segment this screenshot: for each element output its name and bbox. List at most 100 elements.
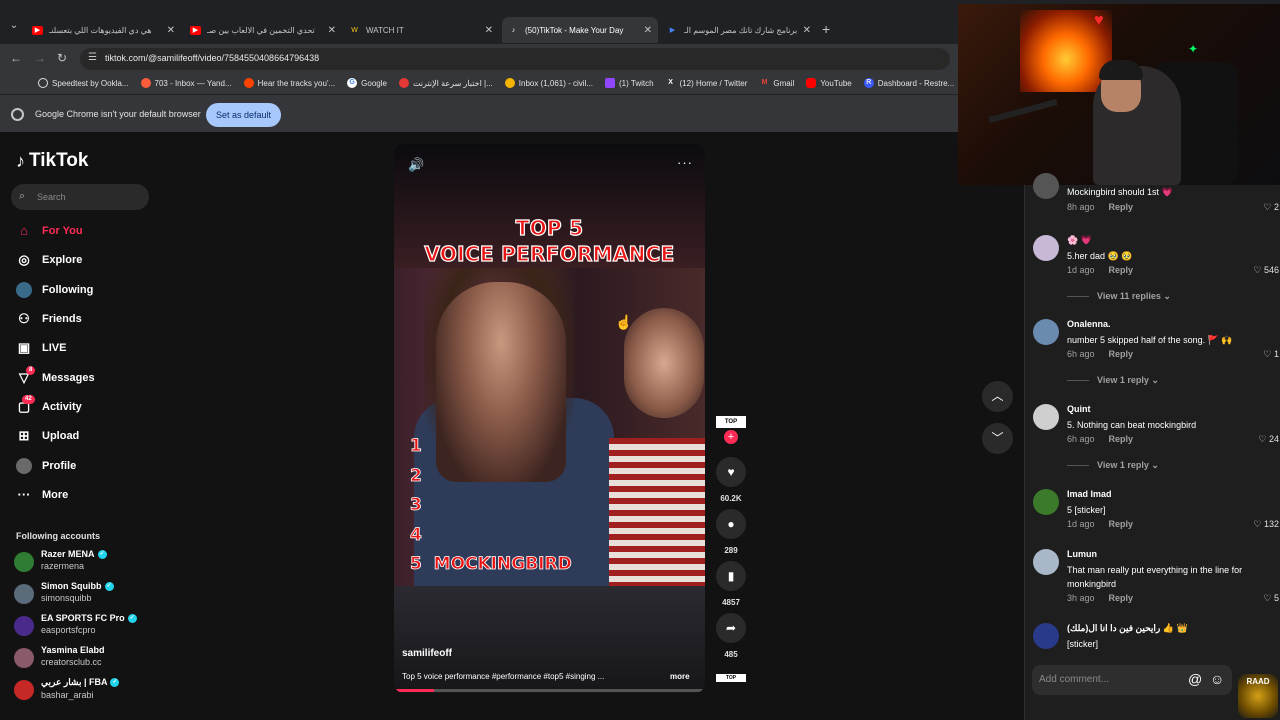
- like-button[interactable]: ♥ 60.2K: [715, 457, 747, 503]
- reply-button[interactable]: Reply: [1109, 593, 1134, 603]
- reply-button[interactable]: Reply: [1109, 202, 1134, 212]
- add-comment-input[interactable]: Add comment... @ ☺: [1032, 665, 1232, 695]
- bookmark-soundcloud[interactable]: Hear the tracks you'...: [243, 78, 335, 88]
- avatar[interactable]: [1033, 173, 1059, 199]
- following-account[interactable]: Simon Squibb ✓ simonsquibb: [14, 581, 114, 604]
- restream-icon: R: [863, 78, 874, 88]
- tab-watchit[interactable]: W WATCH IT ✕: [343, 17, 499, 43]
- search-input[interactable]: ⌕ Search: [11, 184, 149, 210]
- tab-youtube-1[interactable]: ▶ هي دي الفيديوهات اللي بتعسلنـ ✕: [26, 17, 181, 43]
- avatar[interactable]: [1033, 549, 1059, 575]
- following-account[interactable]: EA SPORTS FC Pro ✓ easportsfcpro: [14, 613, 137, 636]
- nav-upload[interactable]: ⊞ Upload: [16, 428, 80, 444]
- comment-button[interactable]: ● 289: [715, 509, 747, 555]
- comment-like[interactable]: ♡ 24: [1258, 434, 1279, 445]
- new-tab-icon[interactable]: +: [822, 21, 830, 37]
- avatar[interactable]: [1033, 319, 1059, 345]
- description-more-link[interactable]: more: [670, 672, 690, 681]
- bookmark-speedtest[interactable]: Speedtest by Ookla...: [38, 78, 129, 88]
- friends-icon: ⚇: [18, 311, 30, 326]
- headphones: [1099, 60, 1143, 80]
- back-icon[interactable]: ←: [10, 51, 22, 65]
- watchit-icon: W: [351, 26, 358, 34]
- avatar: [14, 616, 34, 636]
- bookmark-twitter[interactable]: X (12) Home / Twitter: [666, 78, 747, 88]
- close-tab-icon[interactable]: ✕: [328, 25, 336, 36]
- infobar-message: Google Chrome isn't your default browser: [35, 109, 201, 119]
- volume-icon[interactable]: 🔊: [408, 157, 424, 173]
- avatar[interactable]: [1033, 489, 1059, 515]
- google-icon: G: [347, 78, 358, 88]
- url-field[interactable]: ☰ tiktok.com/@samilifeoff/video/75845504…: [80, 48, 950, 70]
- reply-button[interactable]: Reply: [1109, 519, 1134, 529]
- nav-friends[interactable]: ⚇ Friends: [16, 311, 82, 327]
- bookmark-inbox[interactable]: Inbox (1,061) - civil...: [504, 78, 593, 88]
- video-progress-bar[interactable]: [394, 689, 705, 692]
- following-account[interactable]: بشار عربي | FBA ✓ bashar_arabi: [14, 677, 120, 700]
- tab-search-icon[interactable]: ⌄: [6, 20, 22, 38]
- tab-sharktank[interactable]: ▶ برنامج شارك تانك مصر الموسم الـ ✕: [661, 17, 817, 43]
- set-default-button[interactable]: Set as default: [206, 103, 281, 127]
- reply-button[interactable]: Reply: [1109, 434, 1134, 444]
- rank-5: 5 MOCKINGBIRD: [410, 554, 572, 575]
- comment-like[interactable]: ♡ 132: [1253, 519, 1279, 530]
- nav-explore[interactable]: ◎ Explore: [16, 252, 82, 268]
- share-button[interactable]: ➦ 485: [715, 613, 747, 659]
- youtube-icon: [806, 78, 817, 88]
- reply-button[interactable]: Reply: [1109, 349, 1134, 359]
- nav-profile[interactable]: Profile: [16, 458, 76, 474]
- music-disc[interactable]: TOP: [716, 674, 746, 682]
- follow-plus-icon[interactable]: +: [724, 430, 738, 444]
- avatar[interactable]: [1033, 404, 1059, 430]
- reply-button[interactable]: Reply: [1109, 265, 1134, 275]
- tiktok-logo[interactable]: ♪ TikTok: [16, 150, 88, 172]
- tab-youtube-2[interactable]: ▶ تحدي التخمين في الالعاب بين صـ ✕: [184, 17, 342, 43]
- nav-live[interactable]: ▣ LIVE: [16, 340, 67, 356]
- bookmark-google[interactable]: G Google: [347, 78, 387, 88]
- close-tab-icon[interactable]: ✕: [803, 25, 811, 36]
- nav-for-you[interactable]: ⌂ For You: [16, 223, 82, 239]
- mention-icon[interactable]: @: [1188, 671, 1202, 687]
- close-tab-icon[interactable]: ✕: [167, 25, 175, 36]
- view-replies-button[interactable]: View 11 replies ⌄: [1067, 291, 1171, 302]
- heart-icon: ♥: [716, 457, 746, 487]
- video-player[interactable]: TOP 5 VOICE PERFORMANCE 1 2 3 4 5 MOCKIN…: [394, 144, 705, 693]
- forward-icon[interactable]: →: [34, 51, 46, 65]
- messages-icon: ▽ 8: [16, 366, 36, 386]
- reload-icon[interactable]: ↻: [57, 51, 67, 65]
- view-replies-button[interactable]: View 1 reply ⌄: [1067, 375, 1159, 386]
- video-author[interactable]: samilifeoff: [402, 648, 452, 659]
- nav-messages[interactable]: ▽ 8 Messages: [16, 366, 95, 386]
- nav-following[interactable]: Following: [16, 282, 93, 298]
- save-button[interactable]: ▮ 4857: [715, 561, 747, 607]
- following-account[interactable]: Yasmina Elabd creatorsclub.cc: [14, 645, 105, 668]
- nav-more[interactable]: ··· More: [16, 487, 69, 503]
- view-replies-button[interactable]: View 1 reply ⌄: [1067, 460, 1159, 471]
- bookmark-yandex[interactable]: 703 - Inbox — Yand...: [140, 78, 232, 88]
- save-count: 4857: [722, 598, 740, 607]
- more-options-icon[interactable]: ···: [677, 155, 693, 170]
- avatar[interactable]: [1033, 235, 1059, 261]
- emoji-icon[interactable]: ☺: [1210, 671, 1224, 687]
- bookmark-youtube[interactable]: YouTube: [806, 78, 852, 88]
- comment-like[interactable]: ♡ 1: [1263, 349, 1279, 360]
- previous-video-button[interactable]: ︿: [982, 381, 1013, 412]
- youtube-icon: ▶: [190, 25, 201, 35]
- close-tab-icon[interactable]: ✕: [485, 25, 493, 36]
- tab-tiktok[interactable]: ♪ (50)TikTok - Make Your Day ✕: [502, 17, 658, 43]
- bookmark-restream[interactable]: R Dashboard - Restre...: [863, 78, 954, 88]
- comment-like[interactable]: ♡ 546: [1253, 265, 1279, 276]
- site-info-icon[interactable]: ☰: [88, 52, 97, 63]
- following-account[interactable]: Razer MENA ✓ razermena: [14, 549, 107, 572]
- comment-like[interactable]: ♡ 2: [1263, 202, 1279, 213]
- nav-activity[interactable]: ▢ 42 Activity: [16, 395, 82, 415]
- bookmark-gmail[interactable]: M Gmail: [759, 78, 795, 88]
- creator-avatar[interactable]: TOP: [716, 416, 746, 428]
- avatar[interactable]: [1033, 623, 1059, 649]
- bookmark-twitch[interactable]: (1) Twitch: [605, 78, 654, 88]
- next-video-button[interactable]: ﹀: [982, 423, 1013, 454]
- video-progress-fill: [394, 689, 435, 692]
- comment-like[interactable]: ♡ 5: [1263, 593, 1279, 604]
- bookmark-speed-ar[interactable]: اختبار سرعة الإنترنت |...: [398, 78, 493, 88]
- close-tab-icon[interactable]: ✕: [644, 25, 652, 36]
